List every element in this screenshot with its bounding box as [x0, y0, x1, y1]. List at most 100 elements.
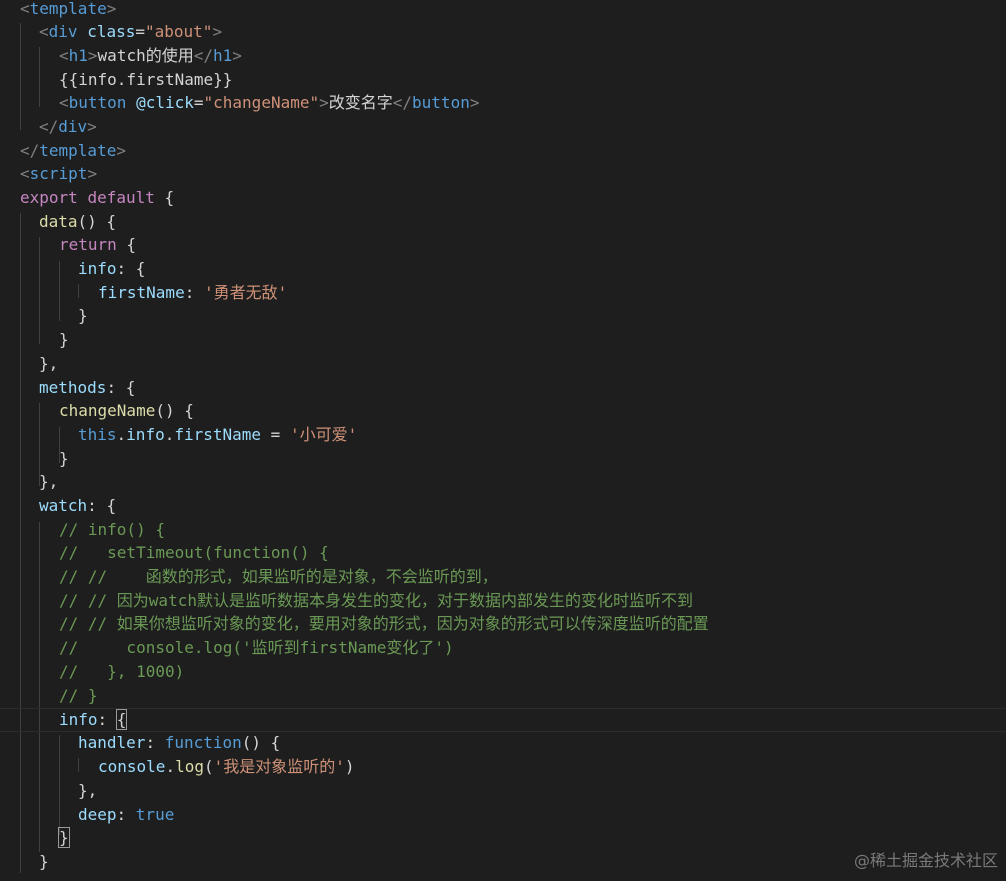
token: firstName — [174, 425, 262, 444]
code-line-10: data() { — [39, 210, 116, 234]
code-line-9: export default { — [20, 186, 174, 210]
code-line-17: methods: { — [39, 376, 135, 400]
code-line-5: <button @click="changeName">改变名字</button… — [59, 91, 479, 115]
token: { — [164, 188, 175, 207]
token: : — [97, 710, 117, 729]
token: h1 — [212, 46, 233, 65]
token: methods — [39, 378, 107, 397]
token: deep — [78, 805, 117, 824]
code-line-35: deep: true — [78, 803, 174, 827]
token: div — [48, 22, 78, 41]
token: script — [29, 164, 88, 183]
token: > — [232, 46, 242, 65]
token: > — [87, 46, 98, 65]
indent-guide — [39, 237, 40, 344]
token: data — [39, 212, 78, 231]
token: class — [87, 22, 136, 41]
token: true — [135, 805, 175, 824]
token: watch — [39, 496, 88, 515]
token: default — [87, 188, 155, 207]
code-line-23: // info() { — [59, 520, 165, 539]
token: > — [106, 0, 117, 18]
code-line-31: info: { — [59, 708, 128, 732]
indent-guide — [39, 47, 40, 107]
token: . — [116, 425, 127, 444]
token: ) — [344, 757, 355, 776]
indent-guide — [59, 735, 60, 835]
token: @click — [136, 93, 194, 112]
code-line-26: // // 因为watch默认是监听数据本身发生的变化，对于数据内部发生的变化时… — [59, 591, 693, 610]
token: '小可爱' — [289, 425, 358, 444]
token: () { — [77, 212, 117, 231]
token: < — [20, 164, 30, 183]
token: button — [68, 93, 127, 112]
code-line-28: // console.log('监听到firstName变化了') — [59, 638, 454, 657]
token: = — [135, 22, 145, 41]
matching-bracket: } — [58, 827, 70, 848]
token: : { — [87, 496, 117, 515]
token: </ — [20, 141, 40, 160]
token: < — [59, 93, 69, 112]
code-line-19: this.info.firstName = '小可爱' — [78, 423, 357, 447]
token: : — [184, 283, 204, 302]
code-line-22: watch: { — [39, 494, 116, 518]
token: watch的使用 — [97, 46, 194, 65]
token: "about" — [145, 22, 213, 41]
token: function — [164, 733, 242, 752]
code-line-8: <script> — [20, 162, 97, 186]
token: : — [145, 733, 165, 752]
code-line-6: </div> — [39, 115, 97, 139]
code-editor[interactable]: <template> <div class="about"> <h1>watch… — [0, 0, 1006, 881]
token: = — [193, 93, 204, 112]
code-line-16: }, — [39, 354, 59, 373]
token: template — [29, 0, 107, 18]
token: 改变名字 — [328, 93, 393, 112]
code-line-12: info: { — [78, 257, 145, 281]
code-line-15: } — [59, 330, 69, 349]
token: '我是对象监听的' — [213, 757, 345, 776]
code-line-37: } — [39, 852, 49, 871]
token: () { — [155, 401, 194, 420]
token: info — [78, 259, 117, 278]
token: . — [165, 757, 176, 776]
token: template — [39, 141, 117, 160]
token: "changeName" — [203, 93, 320, 112]
code-line-1: <template> — [20, 0, 116, 21]
token: return — [59, 235, 117, 254]
token: . — [164, 425, 175, 444]
token: : — [116, 805, 136, 824]
code-line-25: // // 函数的形式，如果监听的是对象，不会监听的到， — [59, 567, 498, 586]
token: info — [59, 710, 98, 729]
token: h1 — [68, 46, 88, 65]
token: button — [412, 93, 470, 112]
code-line-30: // } — [59, 686, 98, 705]
current-line-highlight — [0, 708, 1006, 732]
code-line-24: // setTimeout(function() { — [59, 543, 329, 562]
token: handler — [78, 733, 146, 752]
token: log — [175, 757, 204, 776]
token: < — [20, 0, 30, 18]
code-line-36: } — [58, 826, 70, 850]
code-line-2: <div class="about"> — [39, 20, 222, 44]
token: export — [20, 188, 78, 207]
token: console — [98, 757, 166, 776]
token: </ — [392, 93, 413, 112]
code-line-20: } — [59, 449, 69, 468]
code-line-29: // }, 1000) — [59, 662, 185, 681]
indent-guide — [78, 284, 79, 298]
token: > — [212, 22, 223, 41]
indent-guide — [59, 261, 60, 321]
indent-guide — [78, 758, 79, 772]
code-line-4: {{info.firstName}} — [59, 70, 233, 89]
code-line-34: }, — [78, 781, 98, 800]
token: firstName — [98, 283, 185, 302]
token: this — [78, 425, 117, 444]
token: : { — [116, 259, 146, 278]
token: () { — [241, 733, 281, 752]
code-line-14: } — [78, 306, 88, 325]
token: > — [116, 141, 126, 160]
watermark: @稀土掘金技术社区 — [853, 851, 998, 870]
token: > — [469, 93, 480, 112]
indent-guide — [20, 23, 21, 130]
code-line-32: handler: function() { — [78, 731, 280, 755]
